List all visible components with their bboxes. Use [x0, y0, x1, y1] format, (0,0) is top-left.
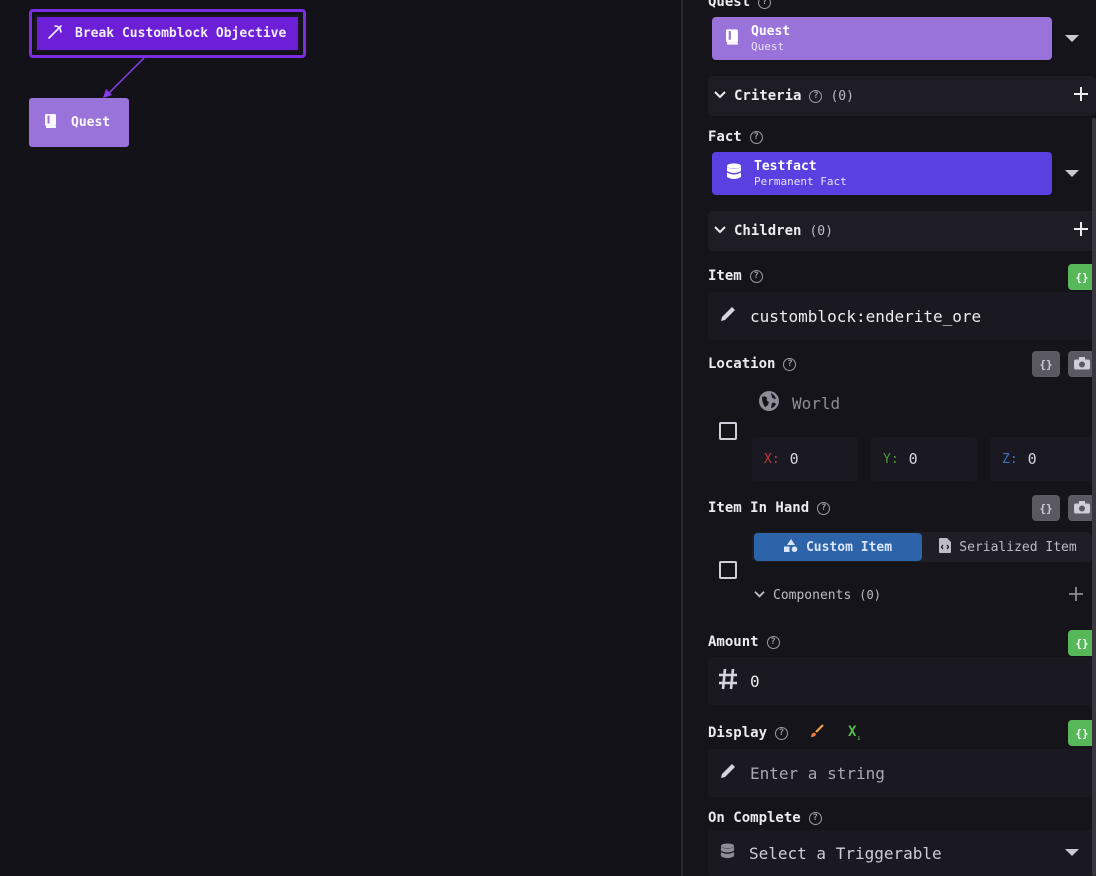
database-icon — [720, 842, 735, 864]
add-component-button[interactable] — [1069, 587, 1083, 601]
camera-icon — [1074, 499, 1090, 518]
quest-field-label: Quest? — [708, 0, 772, 10]
quest-card-subtitle: Quest — [751, 39, 785, 53]
components-label: Components — [773, 587, 852, 603]
x-coordinate-input[interactable]: X: 0 — [752, 437, 858, 481]
fact-card-subtitle: Permanent Fact — [754, 174, 847, 188]
amount-input[interactable]: 0 — [708, 657, 1096, 705]
on-complete-select[interactable]: Select a Triggerable — [708, 830, 1096, 876]
tab-serialized-item[interactable]: Serialized Item — [924, 533, 1092, 561]
z-coordinate-input[interactable]: Z: 0 — [990, 437, 1096, 481]
children-collapsible[interactable]: Children (0) — [708, 211, 1096, 251]
chevron-down-icon — [754, 588, 765, 603]
chevron-down-icon[interactable] — [1065, 35, 1079, 42]
paintbrush-icon[interactable] — [810, 724, 824, 742]
pencil-icon — [718, 761, 738, 785]
shapes-icon — [783, 538, 798, 556]
help-icon[interactable]: ? — [749, 269, 763, 283]
x-axis-label: X: — [764, 451, 780, 467]
children-count: (0) — [809, 223, 833, 239]
hashtag-icon — [718, 668, 738, 694]
chevron-down-icon[interactable] — [1065, 170, 1079, 177]
criteria-count: (0) — [830, 88, 854, 104]
pencil-icon — [718, 304, 738, 328]
item-in-hand-field-label: Item In Hand? — [708, 500, 831, 516]
help-icon[interactable]: ? — [749, 130, 763, 144]
fact-entry-card[interactable]: Testfact Permanent Fact — [712, 152, 1052, 195]
graph-canvas[interactable]: Break Customblock Objective Quest — [0, 0, 681, 876]
panel-scrollbar[interactable] — [1092, 118, 1096, 876]
display-placeholder: Enter a string — [750, 763, 885, 783]
help-icon[interactable]: ? — [758, 0, 772, 9]
on-complete-field-label: On Complete? — [708, 810, 822, 826]
add-criteria-button[interactable] — [1074, 87, 1088, 101]
components-count: (0) — [859, 588, 881, 602]
item-in-hand-json-toggle-button[interactable]: {} — [1032, 495, 1060, 521]
help-icon[interactable]: ? — [766, 635, 780, 649]
criteria-label: Criteria — [734, 88, 802, 104]
help-icon[interactable]: ? — [809, 89, 823, 103]
display-input[interactable]: Enter a string — [708, 749, 1096, 797]
item-type-toggle: Custom Item Serialized Item — [752, 532, 1092, 562]
y-axis-label: Y: — [883, 451, 899, 467]
database-icon — [726, 162, 742, 185]
objective-node[interactable]: Break Customblock Objective — [29, 9, 306, 58]
item-input-value: customblock:enderite_ore — [750, 306, 982, 326]
x-value: 0 — [789, 450, 799, 468]
quest-card-title: Quest — [751, 23, 791, 39]
item-in-hand-optional-checkbox[interactable] — [719, 561, 737, 579]
book-icon — [45, 113, 57, 132]
quest-node-label: Quest — [71, 115, 111, 130]
add-child-button[interactable] — [1074, 222, 1088, 236]
y-value: 0 — [908, 450, 918, 468]
location-field-label: Location? — [708, 356, 797, 372]
on-complete-placeholder: Select a Triggerable — [749, 843, 942, 863]
world-selector[interactable]: World — [752, 383, 1096, 423]
quest-node[interactable]: Quest — [29, 98, 129, 147]
location-json-toggle-button[interactable]: {} — [1032, 351, 1060, 377]
pickaxe-icon — [47, 24, 63, 44]
z-axis-label: Z: — [1002, 451, 1018, 467]
fact-field-label: Fact? — [708, 129, 763, 145]
globe-icon — [758, 390, 780, 416]
item-input[interactable]: customblock:enderite_ore — [708, 292, 1096, 340]
item-field-label: Item? — [708, 268, 763, 284]
children-label: Children — [734, 223, 802, 239]
file-code-icon — [939, 537, 952, 557]
objective-node-label: Break Customblock Objective — [75, 26, 287, 41]
quest-entry-card[interactable]: Quest Quest — [712, 17, 1052, 60]
chevron-down-icon — [714, 88, 726, 104]
camera-icon — [1074, 355, 1090, 374]
components-collapsible[interactable]: Components (0) — [752, 584, 1096, 606]
tab-custom-item[interactable]: Custom Item — [754, 533, 922, 561]
chevron-down-icon[interactable] — [1065, 849, 1079, 856]
fact-card-title: Testfact — [754, 158, 817, 174]
amount-value: 0 — [750, 671, 760, 691]
display-field-label: Display? X₁ — [708, 724, 862, 742]
location-optional-checkbox[interactable] — [719, 422, 737, 440]
criteria-collapsible[interactable]: Criteria ? (0) — [708, 76, 1096, 116]
help-icon[interactable]: ? — [783, 357, 797, 371]
chevron-down-icon — [714, 223, 726, 239]
subscript-icon[interactable]: X₁ — [848, 724, 861, 742]
world-placeholder: World — [792, 393, 841, 413]
y-coordinate-input[interactable]: Y: 0 — [871, 437, 977, 481]
help-icon[interactable]: ? — [808, 811, 822, 825]
book-icon — [726, 28, 739, 49]
help-icon[interactable]: ? — [817, 501, 831, 515]
z-value: 0 — [1027, 450, 1037, 468]
amount-field-label: Amount? — [708, 634, 780, 650]
help-icon[interactable]: ? — [775, 726, 789, 740]
